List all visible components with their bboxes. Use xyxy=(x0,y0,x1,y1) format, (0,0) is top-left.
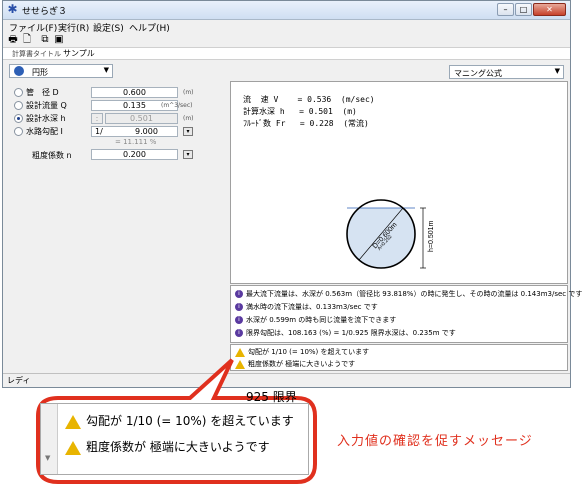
zoom-warning-item: 勾配が 1/10 (= 10%) を超えています xyxy=(65,412,294,429)
zoom-warning-item: 粗度係数が 極端に大きいようです xyxy=(65,438,270,455)
zoomed-warning-panel: 925 限界 ▼ 勾配が 1/10 (= 10%) を超えています 粗度係数が … xyxy=(40,390,309,475)
zoom-behind-text: 925 限界 xyxy=(246,390,297,404)
zoom-warning-text: 勾配が 1/10 (= 10%) を超えています xyxy=(86,414,294,428)
warning-icon xyxy=(65,440,81,455)
warning-icon xyxy=(65,414,81,429)
scrollbar[interactable]: ▼ xyxy=(41,404,58,474)
zoom-warning-text: 粗度係数が 極端に大きいようです xyxy=(86,440,270,454)
scroll-down-icon[interactable]: ▼ xyxy=(45,454,50,462)
annotation-caption: 入力値の確認を促すメッセージ xyxy=(337,434,533,449)
